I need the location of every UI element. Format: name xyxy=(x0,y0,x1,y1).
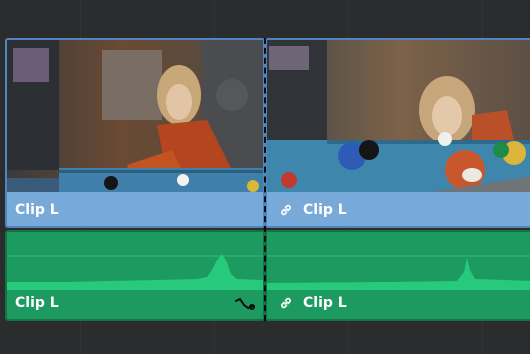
audio-clip-1[interactable]: Clip L xyxy=(5,230,265,321)
video-thumbnail xyxy=(267,40,530,194)
audio-clip-2[interactable]: Clip L xyxy=(265,230,530,321)
audio-waveform xyxy=(267,232,530,290)
video-frame-image xyxy=(7,40,263,194)
clip-label-bar: Clip L xyxy=(7,192,263,226)
video-clip-2[interactable]: Clip L xyxy=(265,38,530,228)
clip-name: Clip L xyxy=(15,202,59,218)
audio-waveform xyxy=(7,232,263,290)
audio-fade-curve-icon[interactable] xyxy=(235,297,257,311)
link-icon xyxy=(281,297,291,309)
waveform-graphic xyxy=(7,254,263,290)
link-icon xyxy=(281,204,291,216)
clip-label-bar: Clip L xyxy=(267,192,530,226)
edit-point-line[interactable] xyxy=(264,38,266,321)
clip-name: Clip L xyxy=(15,295,59,311)
clip-name: Clip L xyxy=(303,202,347,218)
video-thumbnail xyxy=(7,40,263,194)
waveform-graphic xyxy=(267,255,530,290)
video-clip-1[interactable]: Clip L xyxy=(5,38,265,228)
clip-name: Clip L xyxy=(303,295,347,311)
video-frame-image xyxy=(267,40,530,194)
timeline[interactable]: Clip L Clip L Clip L Clip L xyxy=(0,0,530,354)
